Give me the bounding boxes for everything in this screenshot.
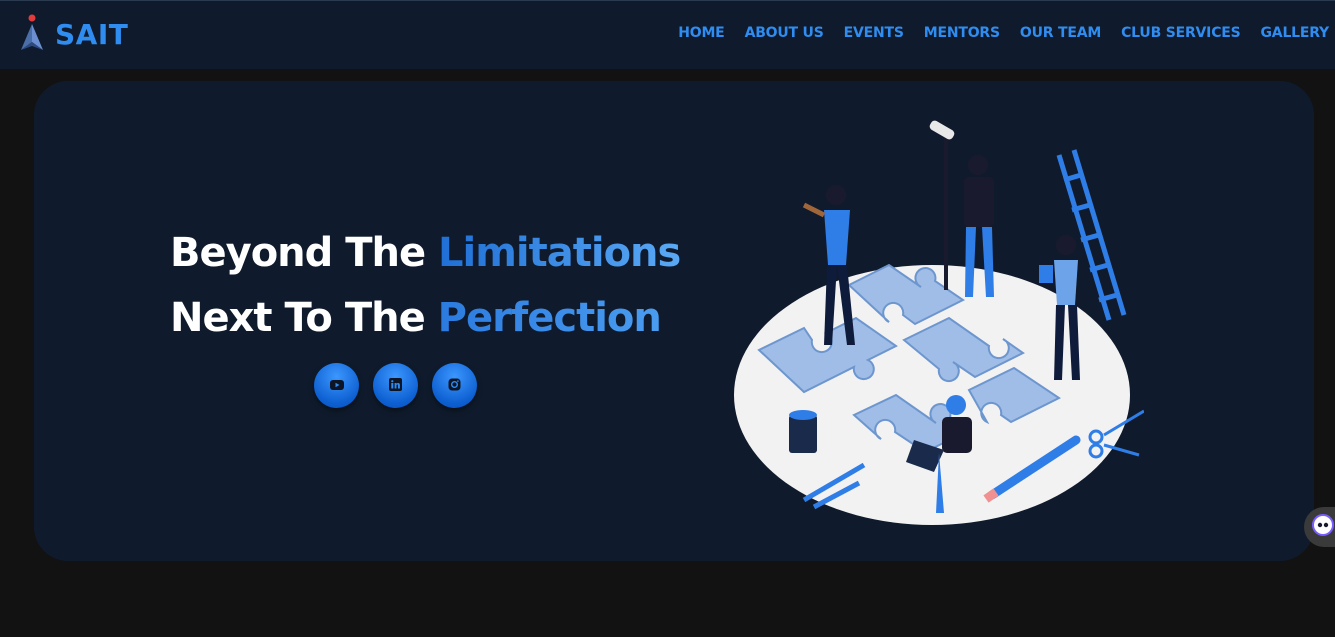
nav-about-us[interactable]: ABOUT US (745, 25, 824, 41)
team-puzzle-illustration (724, 115, 1145, 535)
headline-line-2: Next To The Perfection (170, 286, 680, 351)
nav-home[interactable]: HOME (678, 25, 725, 41)
social-links (314, 363, 477, 408)
instagram-icon (448, 376, 461, 395)
brand-logo[interactable]: SAIT (18, 13, 138, 55)
chatbot-icon (1312, 514, 1334, 540)
nav-events[interactable]: EVENTS (844, 25, 904, 41)
main-nav: HOME ABOUT US EVENTS MENTORS OUR TEAM CL… (678, 25, 1329, 41)
nav-mentors[interactable]: MENTORS (924, 25, 1000, 41)
brand-name: SAIT (55, 17, 129, 51)
youtube-button[interactable] (314, 363, 359, 408)
headline-line-2-prefix: Next To The (170, 295, 438, 341)
headline-line-1: Beyond The Limitations (170, 221, 681, 286)
nav-club-services[interactable]: CLUB SERVICES (1121, 25, 1241, 41)
headline-line-1-accent: Limitations (438, 230, 681, 276)
nav-gallery[interactable]: GALLERY (1261, 25, 1330, 41)
linkedin-button[interactable] (373, 363, 418, 408)
navbar: SAIT HOME ABOUT US EVENTS MENTORS OUR TE… (0, 0, 1335, 69)
youtube-icon (329, 376, 344, 395)
logo-icon (18, 14, 54, 54)
hero-headline: Beyond The Limitations Next To The Perfe… (170, 221, 681, 351)
instagram-button[interactable] (432, 363, 477, 408)
nav-our-team[interactable]: OUR TEAM (1020, 25, 1101, 41)
hero-section: Beyond The Limitations Next To The Perfe… (34, 81, 1314, 561)
headline-line-2-accent: Perfection (437, 295, 662, 341)
headline-line-1-prefix: Beyond The (170, 230, 439, 276)
linkedin-icon (389, 376, 402, 395)
